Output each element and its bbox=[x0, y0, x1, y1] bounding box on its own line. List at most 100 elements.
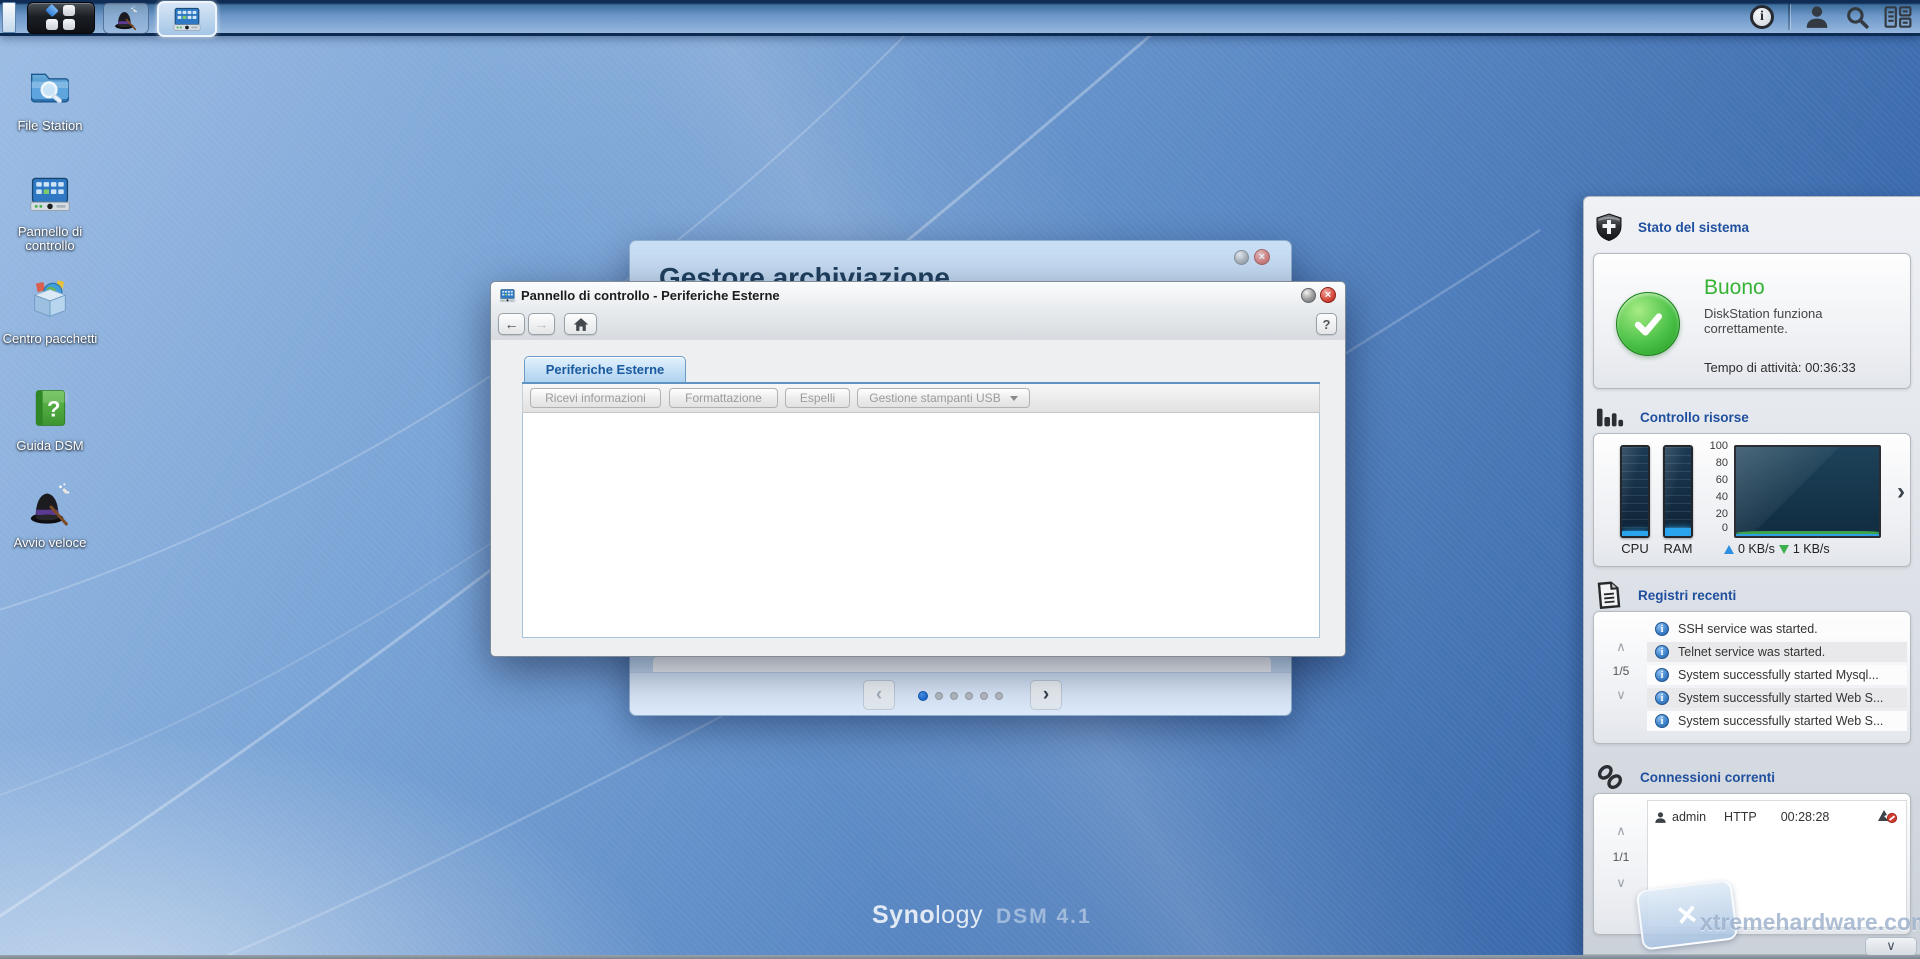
close-icon[interactable]: × bbox=[1320, 287, 1336, 303]
desktop-icon-dsm-help[interactable]: Guida DSM bbox=[2, 386, 98, 453]
pilot-view-icon[interactable] bbox=[1884, 5, 1912, 29]
screen-bottom-edge bbox=[0, 955, 1920, 959]
usb-printer-manager-dropdown[interactable]: Gestione stampanti USB bbox=[857, 388, 1030, 408]
status-value: Buono bbox=[1704, 276, 1765, 300]
usb-printer-manager-label: Gestione stampanti USB bbox=[869, 391, 1000, 405]
eject-button[interactable]: Espelli bbox=[785, 388, 850, 408]
home-icon bbox=[573, 317, 589, 332]
forward-button[interactable]: → bbox=[528, 313, 555, 335]
log-entry: i System successfully started Web S... bbox=[1647, 711, 1907, 731]
logs-page-down-button[interactable]: ∨ bbox=[1604, 688, 1638, 701]
dsm-branding: Synology DSM 4.1 bbox=[872, 901, 1092, 930]
desktop-icon-quick-start[interactable]: Avvio veloce bbox=[2, 481, 98, 550]
page-dot[interactable] bbox=[965, 692, 973, 700]
device-list-empty[interactable] bbox=[522, 413, 1320, 638]
desktop-icon-label: Guida DSM bbox=[2, 439, 98, 453]
page-dot[interactable] bbox=[950, 692, 958, 700]
log-entry: i System successfully started Mysql... bbox=[1647, 665, 1907, 685]
panel-toolbar: Ricevi informazioni Formattazione Espell… bbox=[522, 384, 1320, 413]
help-button[interactable]: ? bbox=[1316, 313, 1337, 335]
user-icon[interactable] bbox=[1804, 4, 1830, 30]
dsm-version: DSM 4.1 bbox=[996, 905, 1092, 929]
desktop-icon-package-center[interactable]: Centro pacchetti bbox=[2, 277, 98, 346]
pagination-prev-button[interactable]: ‹ bbox=[863, 680, 895, 710]
page-dot[interactable] bbox=[980, 692, 988, 700]
desktop-icon-label: Pannello di controllo bbox=[2, 225, 98, 253]
user-icon bbox=[1654, 811, 1667, 824]
page-dot[interactable] bbox=[935, 692, 943, 700]
ram-label: RAM bbox=[1663, 541, 1693, 556]
synology-logo: Synology bbox=[872, 901, 983, 930]
desktop-icon-label: Avvio veloce bbox=[2, 536, 98, 550]
minimize-button[interactable] bbox=[1234, 250, 1249, 265]
log-text: System successfully started Mysql... bbox=[1678, 668, 1879, 682]
desktop-icon-label: File Station bbox=[2, 119, 98, 133]
connections-page-indicator: 1/1 bbox=[1604, 850, 1638, 864]
upload-rate: 0 KB/s bbox=[1738, 542, 1775, 556]
current-connections-header: Connessioni correnti bbox=[1596, 763, 1775, 791]
link-icon bbox=[1596, 763, 1624, 791]
axis-tick: 20 bbox=[1694, 508, 1728, 520]
log-text: System successfully started Web S... bbox=[1678, 691, 1883, 705]
resource-monitor-header: Controllo risorse bbox=[1596, 403, 1749, 431]
network-rates: 0 KB/s 1 KB/s bbox=[1724, 542, 1830, 556]
system-status-header: Stato del sistema bbox=[1596, 213, 1749, 241]
info-icon: i bbox=[1655, 668, 1669, 682]
system-status-box: Buono DiskStation funziona correttamente… bbox=[1593, 253, 1911, 389]
axis-tick: 40 bbox=[1694, 491, 1728, 503]
connection-duration: 00:28:28 bbox=[1781, 810, 1830, 824]
back-button[interactable]: ← bbox=[498, 313, 525, 335]
cpu-gauge bbox=[1620, 445, 1650, 538]
package-center-icon bbox=[27, 277, 73, 328]
status-description: DiskStation funziona correttamente. bbox=[1704, 306, 1869, 336]
download-rate: 1 KB/s bbox=[1793, 542, 1830, 556]
page-dot[interactable] bbox=[995, 692, 1003, 700]
chevron-down-icon bbox=[1010, 396, 1018, 401]
file-station-icon bbox=[28, 66, 72, 115]
page-dot-active[interactable] bbox=[918, 691, 928, 701]
show-desktop-button[interactable] bbox=[2, 2, 16, 33]
logs-page-up-button[interactable]: ∧ bbox=[1604, 640, 1638, 653]
connections-page-up-button[interactable]: ∧ bbox=[1604, 824, 1638, 837]
connections-page-down-button[interactable]: ∨ bbox=[1604, 876, 1638, 889]
home-button[interactable] bbox=[564, 313, 597, 335]
tab-periferiche-esterne[interactable]: Periferiche Esterne bbox=[524, 356, 686, 382]
document-icon bbox=[1596, 581, 1622, 609]
section-title: Registri recenti bbox=[1638, 588, 1736, 603]
cpu-label: CPU bbox=[1620, 541, 1650, 556]
control-panel-taskbar-button-active[interactable] bbox=[157, 1, 217, 37]
main-menu-icon bbox=[46, 5, 76, 31]
close-icon[interactable]: × bbox=[1254, 249, 1270, 265]
external-devices-panel: Ricevi informazioni Formattazione Espell… bbox=[522, 382, 1320, 638]
status-ok-icon bbox=[1616, 292, 1680, 356]
axis-tick: 0 bbox=[1694, 522, 1728, 534]
format-button[interactable]: Formattazione bbox=[669, 388, 778, 408]
minimize-button[interactable] bbox=[1301, 288, 1316, 303]
window-header[interactable]: Pannello di controllo - Periferiche Este… bbox=[491, 282, 1345, 341]
quick-start-taskbar-button[interactable] bbox=[103, 2, 149, 34]
desktop-icon-label: Centro pacchetti bbox=[2, 332, 98, 346]
magic-hat-icon bbox=[113, 5, 139, 31]
log-text: System successfully started Web S... bbox=[1678, 714, 1883, 728]
resource-monitor-box: CPU RAM 100 80 60 40 20 0 0 KB/s 1 KB/s … bbox=[1593, 433, 1911, 567]
desktop-icon-file-station[interactable]: File Station bbox=[2, 66, 98, 133]
log-list: i SSH service was started. i Telnet serv… bbox=[1647, 619, 1907, 734]
get-info-button[interactable]: Ricevi informazioni bbox=[530, 388, 661, 408]
main-menu-button[interactable] bbox=[27, 2, 95, 34]
storage-manager-pagination-bar: ‹ › bbox=[630, 672, 1291, 715]
resource-monitor-next-button[interactable]: › bbox=[1897, 480, 1905, 504]
bar-chart-icon bbox=[1596, 405, 1624, 429]
connection-row: admin HTTP 00:28:28 bbox=[1648, 801, 1906, 829]
window-title: Pannello di controllo - Periferiche Este… bbox=[521, 288, 780, 303]
pagination-next-button[interactable]: › bbox=[1030, 680, 1062, 710]
sidebar-collapse-button[interactable]: ∨ bbox=[1865, 937, 1917, 956]
search-icon[interactable] bbox=[1844, 4, 1870, 30]
taskbar-divider bbox=[1788, 4, 1790, 30]
info-icon[interactable]: i bbox=[1750, 5, 1774, 29]
system-health-sidebar: Stato del sistema Buono DiskStation funz… bbox=[1583, 196, 1920, 955]
storage-manager-content-panel bbox=[653, 656, 1271, 672]
network-activity-chart bbox=[1734, 445, 1881, 538]
desktop-icon-control-panel[interactable]: Pannello di controllo bbox=[2, 172, 98, 253]
kick-connection-icon[interactable] bbox=[1876, 808, 1898, 827]
recent-logs-box: ∧ 1/5 ∨ i SSH service was started. i Tel… bbox=[1593, 611, 1911, 744]
